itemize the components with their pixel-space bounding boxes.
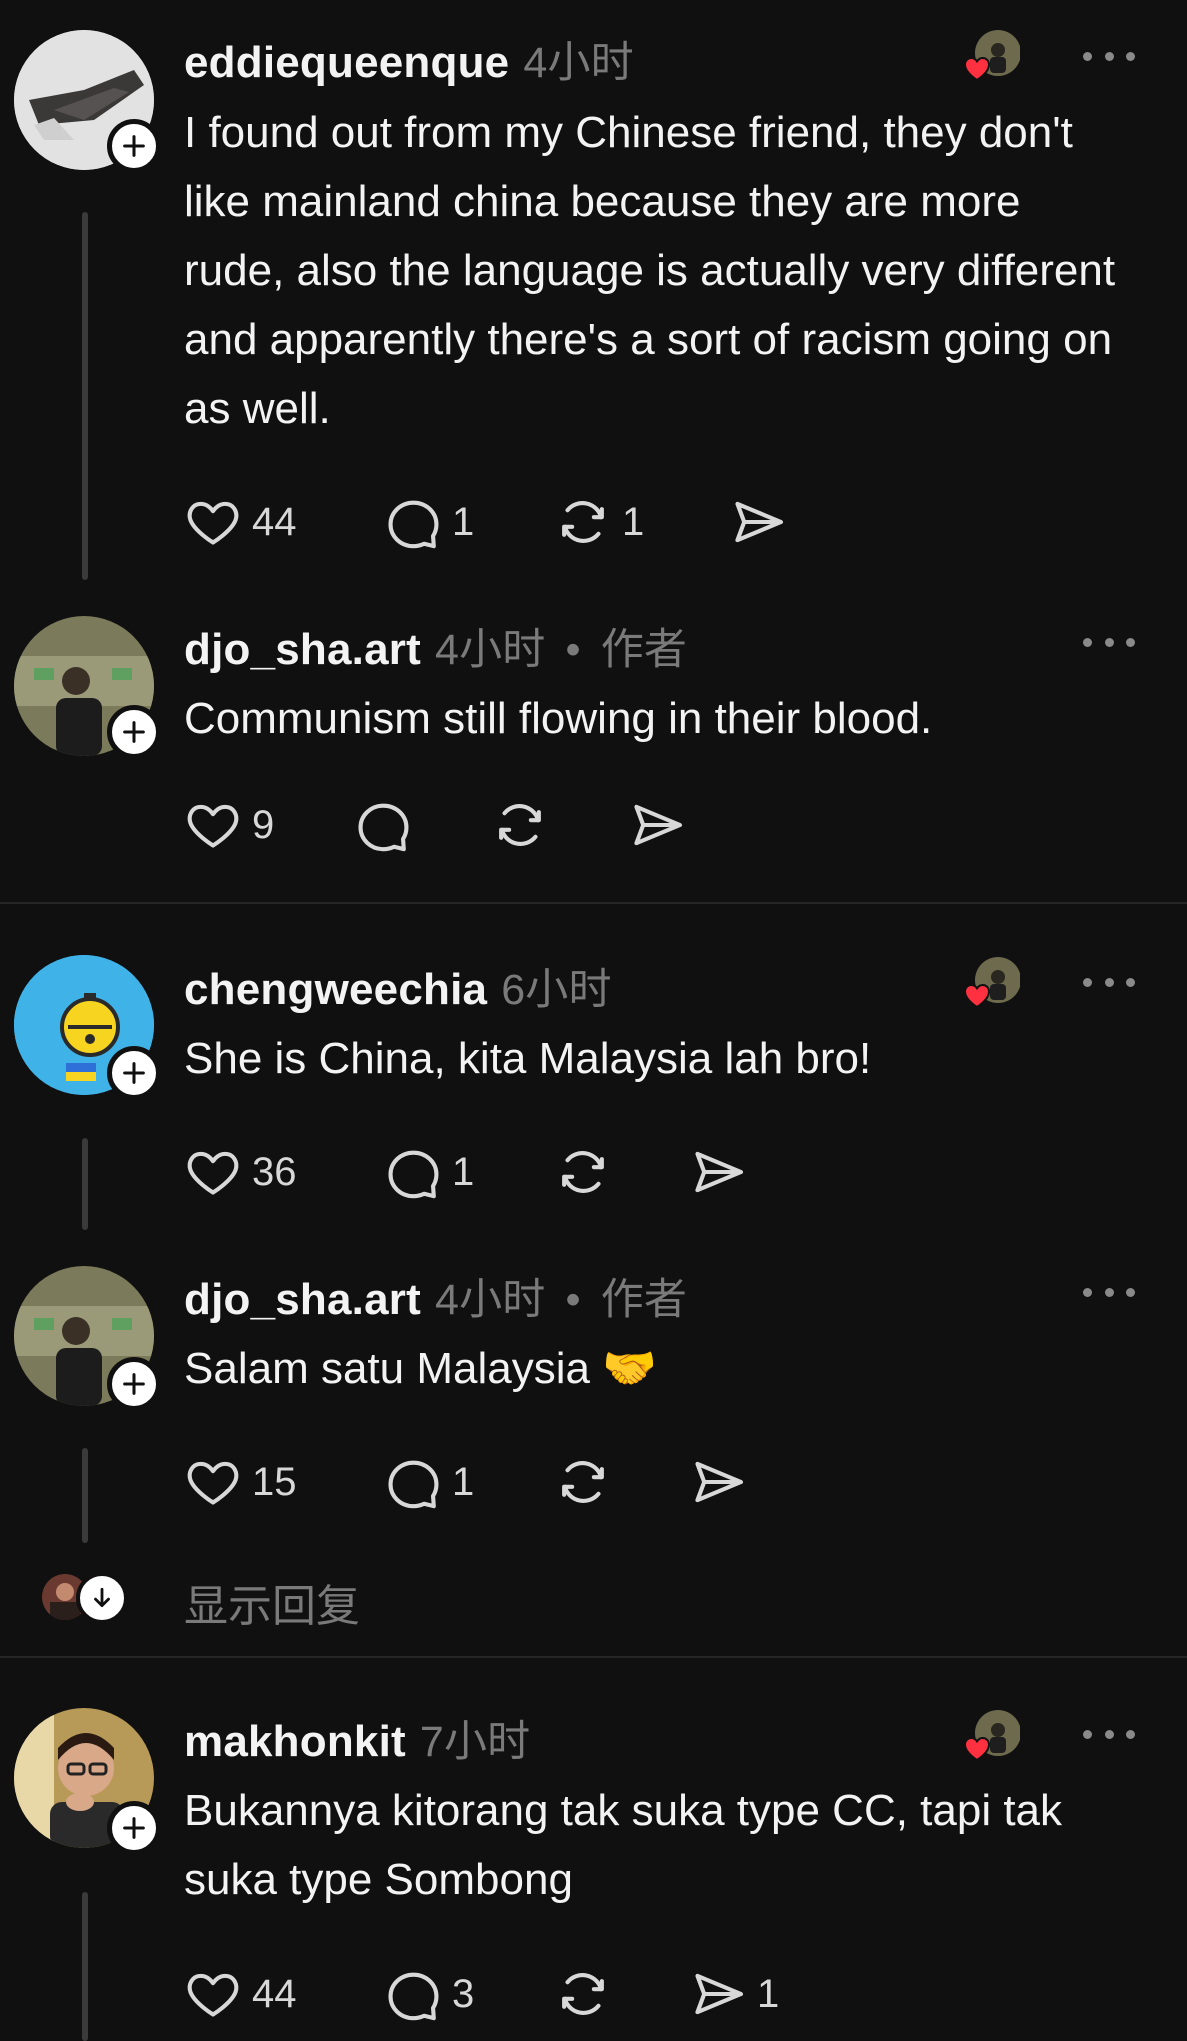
reply-button[interactable]: 3 [384, 1965, 554, 2023]
timestamp: 7小时 [419, 1718, 531, 1766]
liked-by-author-icon [962, 955, 1020, 1013]
follow-plus-button[interactable] [107, 705, 161, 759]
separator-dot: • [565, 626, 581, 674]
post-text: I found out from my Chinese friend, they… [184, 108, 1116, 433]
post-text: Communism still flowing in their blood. [184, 694, 933, 743]
action-bar: 44 3 1 [184, 1964, 779, 2024]
follow-plus-button[interactable] [107, 1801, 161, 1855]
post-text: Bukannya kitorang tak suka type CC, tapi… [184, 1786, 1063, 1904]
repost-button[interactable] [491, 796, 628, 854]
timestamp: 4小时 [434, 1276, 546, 1324]
like-button[interactable]: 36 [184, 1143, 384, 1201]
divider [0, 1656, 1187, 1658]
share-icon [689, 1453, 747, 1511]
thread-line [82, 1892, 88, 2041]
share-icon [628, 796, 686, 854]
share-button[interactable] [689, 1143, 747, 1201]
plus-icon [120, 1814, 148, 1842]
action-bar: 36 1 [184, 1142, 747, 1202]
plus-icon [120, 718, 148, 746]
author-tag: 作者 [600, 626, 688, 674]
share-icon [729, 493, 787, 551]
heart-icon [184, 493, 242, 551]
heart-icon [184, 796, 242, 854]
follow-plus-button[interactable] [107, 1046, 161, 1100]
plus-icon [120, 1370, 148, 1398]
share-button[interactable] [628, 796, 686, 854]
follow-plus-button[interactable] [107, 1357, 161, 1411]
reply-button[interactable]: 1 [384, 1453, 554, 1511]
more-icon[interactable] [1083, 46, 1135, 66]
follow-plus-button[interactable] [107, 119, 161, 173]
timestamp: 4小时 [523, 39, 634, 87]
username[interactable]: chengweechia 6小时 [184, 955, 612, 1017]
liked-by-author-icon [962, 28, 1020, 86]
username[interactable]: djo_sha.art 4小时 • 作者 [184, 615, 687, 677]
author-tag: 作者 [600, 1276, 688, 1324]
share-button[interactable]: 1 [689, 1965, 779, 2023]
thread-line [82, 212, 88, 580]
repost-icon [554, 493, 612, 551]
repost-button[interactable] [554, 1143, 689, 1201]
more-icon[interactable] [1083, 1282, 1135, 1302]
comment-icon [384, 493, 442, 551]
show-replies-row[interactable]: 显示回复 [0, 1570, 1187, 1631]
share-icon [689, 1143, 747, 1201]
like-button[interactable]: 15 [184, 1453, 384, 1511]
post-text: She is China, kita Malaysia lah bro! [184, 1034, 872, 1083]
repost-icon [554, 1453, 612, 1511]
username[interactable]: djo_sha.art 4小时 • 作者 [184, 1265, 687, 1327]
like-button[interactable]: 9 [184, 796, 354, 854]
reply-button[interactable]: 1 [384, 493, 554, 551]
share-button[interactable] [729, 493, 787, 551]
plus-icon [120, 132, 148, 160]
post-text: Salam satu Malaysia 🤝 [184, 1344, 657, 1393]
arrow-down-icon [76, 1572, 128, 1624]
like-button[interactable]: 44 [184, 1965, 384, 2023]
more-icon[interactable] [1083, 972, 1135, 992]
timestamp: 4小时 [434, 626, 546, 674]
heart-icon [184, 1965, 242, 2023]
action-bar: 44 1 1 [184, 492, 787, 552]
reply-button[interactable] [354, 796, 491, 854]
username[interactable]: makhonkit 7小时 [184, 1707, 530, 1769]
share-icon [689, 1965, 747, 2023]
comment-icon [384, 1143, 442, 1201]
share-button[interactable] [689, 1453, 747, 1511]
divider [0, 902, 1187, 904]
like-button[interactable]: 44 [184, 493, 384, 551]
thread-line [82, 1448, 88, 1543]
reply-button[interactable]: 1 [384, 1143, 554, 1201]
repost-icon [554, 1965, 612, 2023]
separator-dot: • [565, 1276, 581, 1324]
heart-icon [184, 1143, 242, 1201]
repost-icon [554, 1143, 612, 1201]
repost-button[interactable]: 1 [554, 493, 729, 551]
more-icon[interactable] [1083, 632, 1135, 652]
plus-icon [120, 1059, 148, 1087]
action-bar: 15 1 [184, 1452, 747, 1512]
show-replies-label[interactable]: 显示回复 [184, 1570, 360, 1634]
comment-icon [384, 1453, 442, 1511]
repost-button[interactable] [554, 1965, 689, 2023]
repost-icon [491, 796, 549, 854]
comment-icon [354, 796, 412, 854]
repost-button[interactable] [554, 1453, 689, 1511]
timestamp: 6小时 [501, 966, 612, 1014]
action-bar: 9 [184, 795, 686, 855]
username[interactable]: eddiequeenque 4小时 [184, 28, 634, 90]
more-icon[interactable] [1083, 1724, 1135, 1744]
heart-icon [184, 1453, 242, 1511]
comment-icon [384, 1965, 442, 2023]
thread-line [82, 1138, 88, 1230]
liked-by-author-icon [962, 1708, 1020, 1766]
